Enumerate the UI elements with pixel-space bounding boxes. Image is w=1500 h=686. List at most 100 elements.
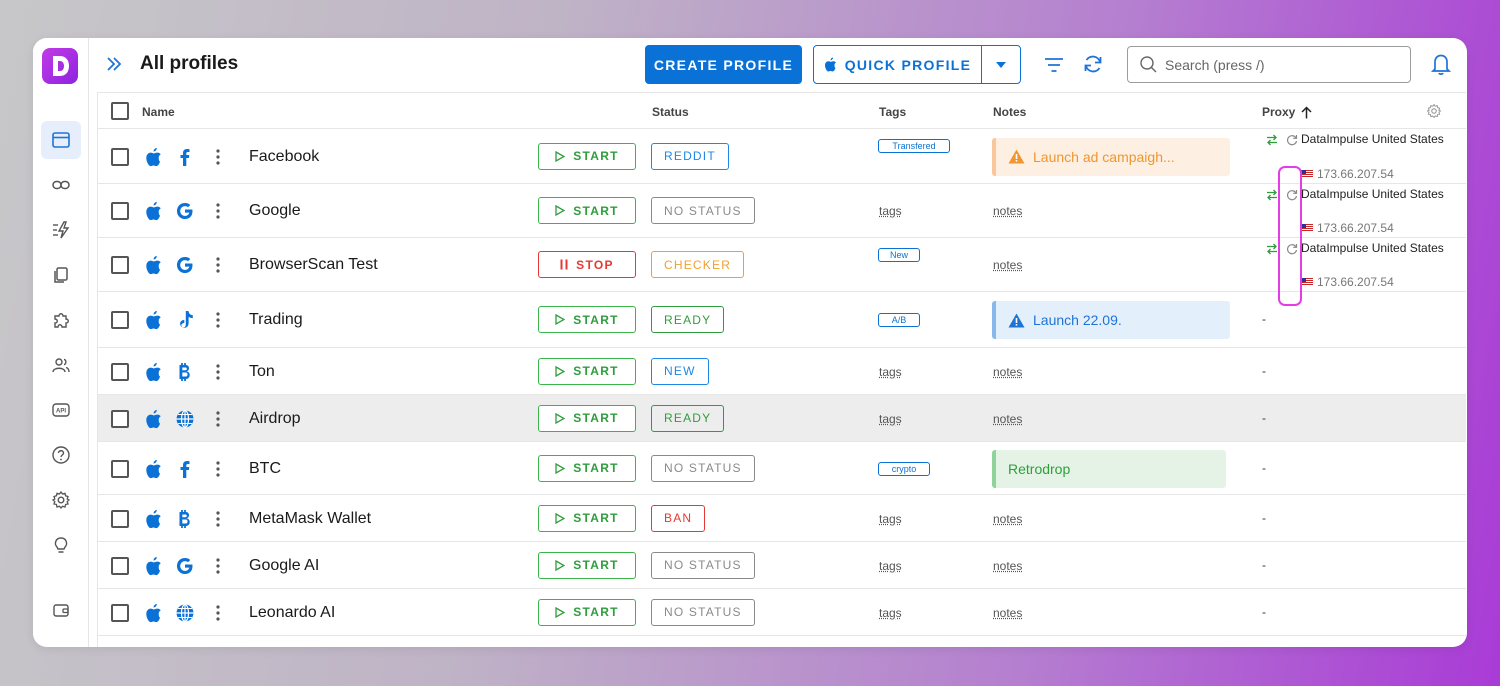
profile-name[interactable]: Facebook bbox=[249, 147, 319, 167]
proxy-empty[interactable]: - bbox=[1262, 364, 1266, 378]
quick-profile-button[interactable]: QUICK PROFILE bbox=[813, 45, 1021, 84]
sidebar-item-help[interactable] bbox=[41, 436, 81, 474]
proxy-swap-icon[interactable] bbox=[1266, 189, 1278, 201]
proxy-empty[interactable]: - bbox=[1262, 461, 1266, 475]
add-tags-link[interactable]: tags bbox=[879, 412, 902, 426]
proxy-rotate-icon[interactable] bbox=[1286, 134, 1298, 146]
status-badge[interactable]: NEW bbox=[651, 357, 709, 385]
profile-name[interactable]: BTC bbox=[249, 459, 281, 479]
table-row[interactable]: MetaMask Wallet START BAN tags notes - bbox=[98, 495, 1466, 542]
proxy-empty[interactable]: - bbox=[1262, 411, 1266, 425]
note-box[interactable]: Launch ad campaigh... bbox=[992, 137, 1230, 176]
proxy-swap-icon[interactable] bbox=[1266, 134, 1278, 146]
sidebar-item-automation[interactable] bbox=[41, 211, 81, 249]
row-checkbox[interactable] bbox=[111, 147, 129, 166]
start-button[interactable]: START bbox=[538, 598, 636, 626]
proxy-empty[interactable]: - bbox=[1262, 558, 1266, 572]
status-badge[interactable]: CHECKER bbox=[651, 251, 745, 278]
table-row[interactable]: Google AI START NO STATUS tags notes - bbox=[98, 542, 1466, 589]
sidebar-item-extensions[interactable] bbox=[41, 301, 81, 339]
note-box[interactable]: Launch 22.09. bbox=[992, 301, 1230, 339]
proxy-name[interactable]: DataImpulse United States bbox=[1301, 241, 1444, 255]
table-row[interactable]: BTC START NO STATUS crypto Retrodrop - bbox=[98, 442, 1466, 495]
tag-pill[interactable]: New bbox=[878, 248, 920, 262]
sidebar-item-profiles[interactable] bbox=[41, 121, 81, 159]
select-all-checkbox[interactable] bbox=[111, 102, 129, 120]
table-row[interactable]: Google START NO STATUS tags notes DataImpulse… bbox=[98, 184, 1466, 238]
tag-pill[interactable]: Transfered bbox=[878, 139, 950, 153]
start-button[interactable]: START bbox=[538, 404, 636, 432]
start-button[interactable]: START bbox=[538, 142, 636, 170]
notifications-bell-icon[interactable] bbox=[1430, 52, 1452, 76]
quick-profile-dropdown[interactable] bbox=[982, 61, 1020, 68]
row-checkbox[interactable] bbox=[111, 202, 129, 220]
profile-name[interactable]: MetaMask Wallet bbox=[249, 509, 371, 529]
search-box[interactable] bbox=[1127, 46, 1411, 83]
start-button[interactable]: START bbox=[538, 454, 636, 482]
sort-ascending-icon[interactable] bbox=[1301, 105, 1312, 119]
add-notes-link[interactable]: notes bbox=[993, 365, 1022, 379]
proxy-empty[interactable]: - bbox=[1262, 605, 1266, 619]
add-tags-link[interactable]: tags bbox=[879, 365, 902, 379]
proxy-rotate-icon[interactable] bbox=[1286, 189, 1298, 201]
row-checkbox[interactable] bbox=[111, 362, 129, 381]
table-row[interactable]: Trading START READY A/B Launch 22.09. - bbox=[98, 292, 1466, 348]
status-badge[interactable]: NO STATUS bbox=[651, 454, 755, 482]
row-menu-button[interactable] bbox=[216, 257, 222, 273]
app-logo[interactable] bbox=[42, 48, 78, 84]
row-checkbox[interactable] bbox=[111, 603, 129, 622]
sidebar-item-ideas[interactable] bbox=[41, 526, 81, 564]
status-badge[interactable]: BAN bbox=[651, 504, 706, 532]
column-settings-gear-icon[interactable] bbox=[1426, 103, 1442, 119]
row-checkbox[interactable] bbox=[111, 409, 129, 428]
table-row[interactable]: Leonardo AI START NO STATUS tags notes - bbox=[98, 589, 1466, 636]
tag-pill[interactable]: crypto bbox=[878, 461, 930, 476]
row-menu-button[interactable] bbox=[216, 410, 222, 427]
add-tags-link[interactable]: tags bbox=[879, 204, 902, 218]
start-button[interactable]: START bbox=[538, 551, 636, 579]
start-button[interactable]: START bbox=[538, 306, 636, 333]
profile-name[interactable]: Google bbox=[249, 201, 301, 221]
table-row[interactable]: BrowserScan Test STOP CHECKER New notes DataI… bbox=[98, 238, 1466, 292]
table-row[interactable]: Airdrop START READY tags notes - bbox=[98, 395, 1466, 442]
sidebar-item-api[interactable]: API bbox=[41, 391, 81, 429]
row-menu-button[interactable] bbox=[216, 363, 222, 380]
row-menu-button[interactable] bbox=[216, 510, 222, 527]
row-checkbox[interactable] bbox=[111, 311, 129, 329]
profile-name[interactable]: Ton bbox=[249, 362, 275, 382]
status-badge[interactable]: NO STATUS bbox=[651, 197, 755, 224]
search-input[interactable] bbox=[1165, 56, 1395, 73]
status-badge[interactable]: NO STATUS bbox=[651, 551, 755, 579]
row-checkbox[interactable] bbox=[111, 556, 129, 575]
status-badge[interactable]: READY bbox=[651, 404, 725, 432]
add-notes-link[interactable]: notes bbox=[993, 412, 1022, 426]
tag-pill[interactable]: A/B bbox=[878, 313, 920, 327]
add-notes-link[interactable]: notes bbox=[993, 258, 1022, 272]
create-profile-button[interactable]: CREATE PROFILE bbox=[645, 45, 802, 84]
row-menu-button[interactable] bbox=[216, 312, 222, 328]
proxy-rotate-icon[interactable] bbox=[1286, 243, 1298, 255]
row-checkbox[interactable] bbox=[111, 509, 129, 528]
proxy-name[interactable]: DataImpulse United States bbox=[1301, 187, 1444, 201]
column-notes[interactable]: Notes bbox=[993, 105, 1026, 119]
add-tags-link[interactable]: tags bbox=[879, 606, 902, 620]
add-tags-link[interactable]: tags bbox=[879, 559, 902, 573]
sidebar-item-team[interactable] bbox=[41, 346, 81, 384]
row-menu-button[interactable] bbox=[216, 148, 222, 165]
profile-name[interactable]: BrowserScan Test bbox=[249, 255, 378, 275]
filter-icon[interactable] bbox=[1043, 54, 1065, 76]
add-notes-link[interactable]: notes bbox=[993, 559, 1022, 573]
sidebar-item-proxies[interactable] bbox=[41, 166, 81, 204]
proxy-empty[interactable]: - bbox=[1262, 312, 1266, 326]
expand-sidebar-icon[interactable] bbox=[105, 55, 123, 73]
proxy-empty[interactable]: - bbox=[1262, 511, 1266, 525]
start-button[interactable]: START bbox=[538, 197, 636, 224]
column-tags[interactable]: Tags bbox=[879, 105, 906, 119]
profile-name[interactable]: Airdrop bbox=[249, 409, 301, 429]
row-checkbox[interactable] bbox=[111, 256, 129, 274]
profile-name[interactable]: Leonardo AI bbox=[249, 603, 335, 623]
profile-name[interactable]: Trading bbox=[249, 310, 303, 330]
status-badge[interactable]: READY bbox=[651, 306, 725, 333]
row-menu-button[interactable] bbox=[216, 604, 222, 621]
row-checkbox[interactable] bbox=[111, 459, 129, 478]
